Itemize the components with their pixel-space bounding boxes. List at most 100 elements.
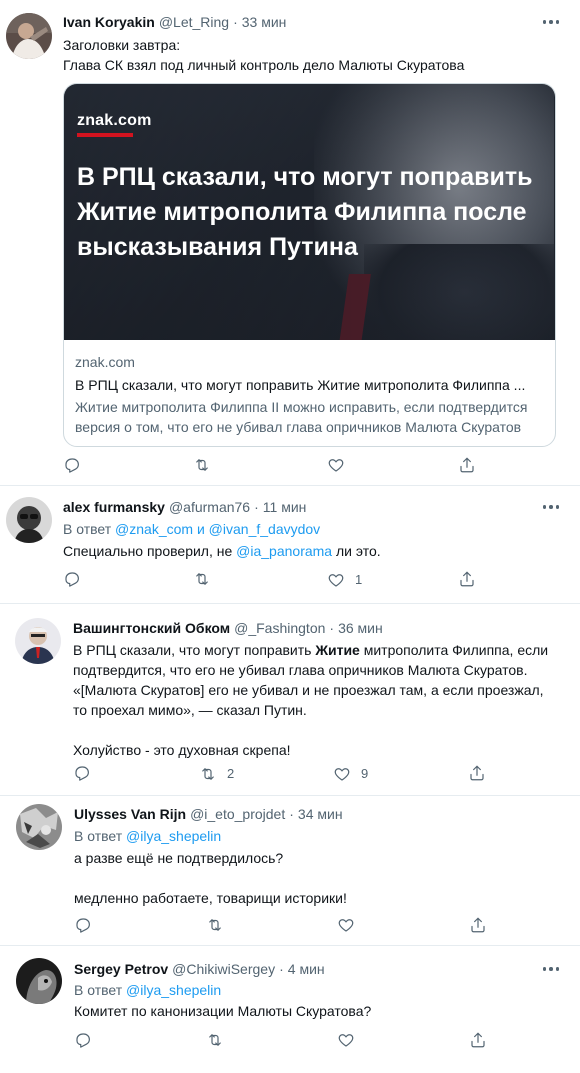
reply-button[interactable] — [74, 1031, 92, 1049]
avatar[interactable] — [15, 618, 61, 664]
separator: · — [254, 499, 259, 515]
reply-icon — [65, 572, 79, 587]
like-button[interactable] — [337, 1031, 355, 1049]
reply-button[interactable] — [63, 456, 81, 474]
tweet-text: В РПЦ сказали, что могут поправить Житие… — [73, 640, 561, 720]
tweet-actions — [74, 916, 554, 936]
timestamp[interactable]: 33 мин — [242, 12, 287, 32]
retweet-button[interactable] — [206, 1031, 224, 1049]
retweet-icon — [202, 768, 214, 780]
timestamp[interactable]: 34 мин — [298, 804, 343, 824]
retweet-button[interactable] — [193, 570, 211, 588]
mention-link[interactable]: @znak_com — [115, 521, 193, 537]
avatar[interactable] — [6, 13, 52, 59]
mention-link[interactable]: @ia_panorama — [236, 543, 332, 559]
share-icon — [470, 765, 484, 781]
tweet-text-part: В РПЦ сказали, что могут поправить — [73, 642, 312, 658]
tweet-washington-obkom[interactable]: Вашингтонский Обком @_Fashington · 36 ми… — [0, 604, 580, 796]
mention-link[interactable]: @ilya_shepelin — [126, 982, 221, 998]
card-headline: В РПЦ сказали, что могут поправить Житие… — [77, 163, 533, 261]
reply-icon — [65, 458, 79, 473]
brand-underline — [77, 133, 133, 137]
author-handle[interactable]: @_Fashington — [234, 618, 325, 638]
reply-and[interactable]: и — [197, 521, 205, 537]
avatar-image — [16, 958, 62, 1004]
author-name[interactable]: Sergey Petrov — [74, 959, 168, 979]
share-button[interactable] — [458, 456, 476, 474]
reply-icon — [76, 1033, 90, 1048]
tweet-text-line: Глава СК взял под личный контроль дело М… — [63, 57, 465, 73]
tweet-text-paragraph: Холуйство - это духовная скрепа! — [73, 742, 291, 758]
avatar[interactable] — [16, 804, 62, 850]
tweet-text-bold: Житие — [315, 642, 360, 658]
more-options-icon[interactable] — [540, 12, 562, 32]
retweet-button[interactable]: 2 — [199, 764, 234, 784]
retweet-button[interactable] — [193, 456, 211, 474]
reply-icon — [75, 766, 89, 781]
tweet-ulysses-van-rijn[interactable]: Ulysses Van Rijn @i_eto_projdet · 34 мин… — [0, 796, 580, 946]
card-domain: znak.com — [75, 354, 135, 370]
tweet-header: Вашингтонский Обком @_Fashington · 36 ми… — [73, 618, 563, 638]
avatar[interactable] — [6, 497, 52, 543]
separator: · — [289, 806, 294, 822]
tweet-header: alex furmansky @afurman76 · 11 мин — [63, 497, 563, 517]
avatar-image — [6, 13, 52, 59]
tweet-text-part: ли это. — [335, 543, 381, 559]
mention-link[interactable]: @ilya_shepelin — [126, 828, 221, 844]
tweet-header: Ivan Koryakin @Let_Ring · 33 мин — [63, 12, 563, 32]
author-handle[interactable]: @i_eto_projdet — [190, 804, 285, 824]
retweet-count: 2 — [227, 766, 235, 781]
share-icon — [460, 457, 474, 473]
like-button[interactable] — [327, 456, 345, 474]
reply-prefix: В ответ — [63, 521, 112, 537]
share-icon — [471, 1032, 485, 1048]
tweet-text: Специально проверил, не @ia_panorama ли … — [63, 541, 563, 561]
author-handle[interactable]: @Let_Ring — [159, 12, 229, 32]
tweet-actions — [63, 456, 543, 476]
retweet-icon — [196, 573, 208, 585]
reply-button[interactable] — [74, 916, 92, 934]
author-name[interactable]: alex furmansky — [63, 497, 165, 517]
timestamp[interactable]: 36 мин — [338, 618, 383, 638]
heart-icon — [338, 1034, 354, 1047]
author-name[interactable]: Ulysses Van Rijn — [74, 804, 186, 824]
author-name[interactable]: Ivan Koryakin — [63, 12, 155, 32]
link-card[interactable]: znak.com В РПЦ сказали, что могут поправ… — [63, 83, 556, 447]
avatar[interactable] — [16, 958, 62, 1004]
separator: · — [233, 14, 238, 30]
tweet-ivan-koryakin[interactable]: Ivan Koryakin @Let_Ring · 33 мин Заголов… — [0, 0, 580, 486]
tweet-text-line: медленно работаете, товарищи историки! — [74, 890, 347, 906]
reply-button[interactable] — [73, 764, 91, 782]
share-button[interactable] — [468, 764, 486, 782]
share-button[interactable] — [469, 916, 487, 934]
tweet-text: Заголовки завтра: Глава СК взял под личн… — [63, 35, 563, 75]
reply-prefix: В ответ — [74, 828, 123, 844]
like-button[interactable]: 1 — [327, 570, 362, 590]
tweet-text-line: Комитет по канонизации Малюты Скуратова? — [74, 1003, 372, 1019]
reply-context: В ответ @znak_com и @ivan_f_davydov — [63, 519, 563, 539]
more-options-icon[interactable] — [540, 497, 562, 517]
retweet-icon — [196, 459, 208, 471]
tweet-text-part: Специально проверил, не — [63, 543, 233, 559]
author-name[interactable]: Вашингтонский Обком — [73, 618, 230, 638]
heart-icon — [328, 459, 344, 472]
mention-link[interactable]: @ivan_f_davydov — [209, 521, 321, 537]
tweet-header: Sergey Petrov @ChikiwiSergey · 4 мин — [74, 959, 564, 979]
like-button[interactable] — [337, 916, 355, 934]
author-handle[interactable]: @ChikiwiSergey — [172, 959, 275, 979]
tweet-alex-furmansky[interactable]: alex furmansky @afurman76 · 11 мин В отв… — [0, 486, 580, 604]
like-button[interactable]: 9 — [333, 764, 368, 784]
author-handle[interactable]: @afurman76 — [169, 497, 250, 517]
more-options-icon[interactable] — [540, 959, 562, 979]
share-button[interactable] — [458, 570, 476, 588]
separator: · — [329, 620, 335, 636]
card-description: Житие митрополита Филиппа II можно испра… — [75, 399, 528, 435]
reply-button[interactable] — [63, 570, 81, 588]
timestamp[interactable]: 4 мин — [288, 959, 325, 979]
retweet-button[interactable] — [206, 916, 224, 934]
tweet-sergey-petrov[interactable]: Sergey Petrov @ChikiwiSergey · 4 мин В о… — [0, 946, 580, 1073]
timestamp[interactable]: 11 мин — [263, 497, 307, 517]
share-button[interactable] — [469, 1031, 487, 1049]
tweet-actions: 1 — [63, 570, 543, 590]
reply-context: В ответ @ilya_shepelin — [74, 826, 564, 846]
